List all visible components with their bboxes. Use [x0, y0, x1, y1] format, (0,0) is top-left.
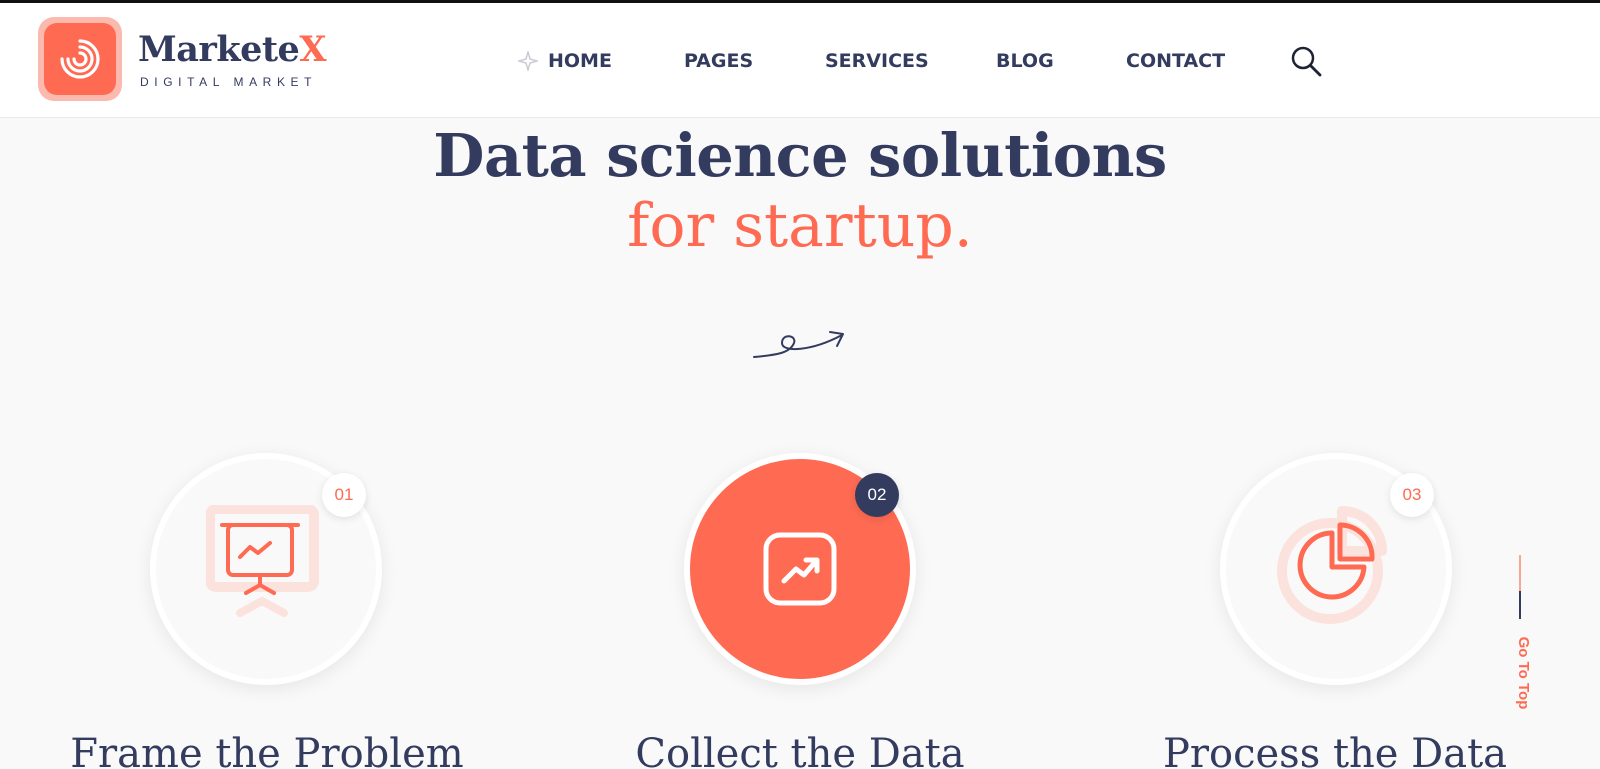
hero-title: Data science solutions [433, 121, 1167, 190]
scroll-progress-track [1519, 555, 1521, 591]
nav-home[interactable]: HOME [548, 50, 612, 72]
brand-name-accent: X [299, 29, 326, 70]
step-1-number: 01 [322, 473, 366, 517]
nav-contact[interactable]: CONTACT [1126, 50, 1225, 72]
site-header: MarketeX DIGITAL MARKET HOME PAGES SERVI… [0, 3, 1600, 118]
sparkle-icon [518, 51, 538, 71]
brand-tagline: DIGITAL MARKET [140, 75, 318, 89]
step-2-number: 02 [855, 473, 899, 517]
nav-blog[interactable]: BLOG [996, 50, 1054, 72]
step-2-title: Collect the Data [635, 731, 965, 769]
brand-name[interactable]: MarketeX [138, 29, 326, 70]
hero-subtitle: for startup. [627, 191, 973, 261]
presentation-chart-icon [206, 505, 319, 617]
curly-arrow-icon [753, 331, 844, 358]
spiral-icon [44, 23, 116, 95]
brand-name-main: Markete [138, 29, 300, 70]
step-3-title: Process the Data [1162, 731, 1508, 769]
step-1-title: Frame the Problem [70, 731, 464, 769]
trending-up-icon [763, 532, 837, 606]
go-to-top-link[interactable]: Go To Top [1512, 629, 1532, 717]
scroll-progress-indicator [1519, 591, 1521, 619]
step-3-number: 03 [1390, 473, 1434, 517]
search-icon[interactable] [1290, 45, 1324, 79]
nav-services[interactable]: SERVICES [825, 50, 929, 72]
pie-chart-icon [1277, 506, 1387, 624]
nav-pages[interactable]: PAGES [684, 50, 753, 72]
logo[interactable] [38, 17, 122, 101]
